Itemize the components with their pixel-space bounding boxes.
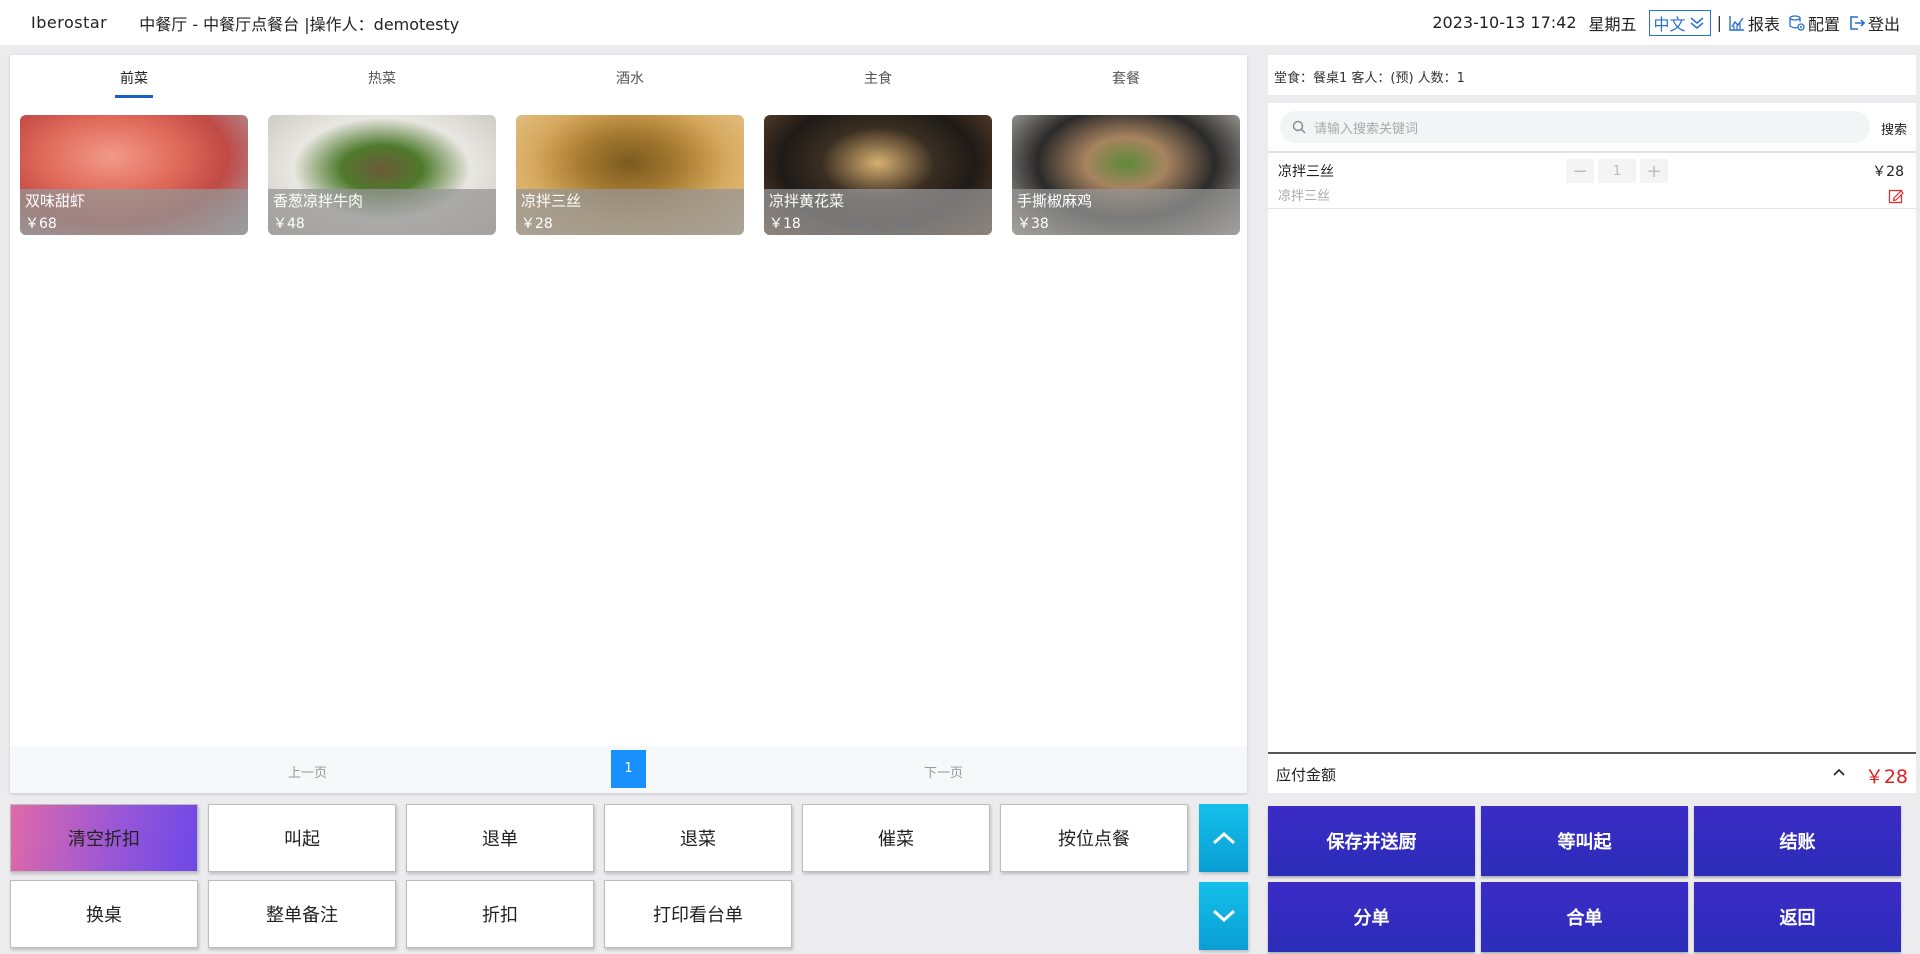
total-amount: ￥28	[1864, 766, 1908, 788]
increase-button[interactable]: +	[1640, 159, 1668, 183]
merge-bill-button[interactable]: 合单	[1481, 882, 1688, 952]
report-label: 报表	[1747, 14, 1780, 34]
language-select[interactable]: 中文	[1648, 9, 1711, 36]
menu-panel: 前菜 热菜 酒水 主食 套餐 双味甜虾 ￥68 香葱凉拌牛肉 ￥48 凉拌三丝 …	[10, 55, 1247, 793]
split-bill-button[interactable]: 分单	[1268, 882, 1475, 952]
scroll-up-button[interactable]	[1199, 804, 1248, 872]
order-info-text: 堂食：餐桌1 客人：(预) 人数：1	[1274, 71, 1465, 86]
order-items-list: 凉拌三丝 − 1 + ￥28 凉拌三丝	[1268, 151, 1916, 754]
back-button[interactable]: 返回	[1694, 882, 1901, 952]
search-bar: 请输入搜索关键词 搜索	[1268, 103, 1916, 151]
brand-name: Iberostar	[31, 13, 108, 32]
change-table-button[interactable]: 换桌	[10, 880, 198, 948]
chevron-up-icon[interactable]	[1832, 767, 1846, 777]
hold-call-button[interactable]: 等叫起	[1481, 806, 1688, 876]
config-icon	[1789, 14, 1805, 31]
logout-link[interactable]: 登出	[1848, 11, 1900, 35]
tab-label: 酒水	[616, 71, 644, 87]
quantity-stepper: − 1 +	[1566, 159, 1668, 183]
category-tabs: 前菜 热菜 酒水 主食 套餐	[10, 55, 1247, 99]
search-placeholder: 请输入搜索关键词	[1314, 121, 1419, 137]
report-link[interactable]: 报表	[1728, 11, 1780, 35]
order-note-button[interactable]: 整单备注	[208, 880, 396, 948]
clear-discount-button[interactable]: 清空折扣	[10, 804, 198, 872]
call-up-button[interactable]: 叫起	[208, 804, 396, 872]
cancel-order-button[interactable]: 退单	[406, 804, 594, 872]
search-icon	[1292, 120, 1306, 134]
print-check-button[interactable]: 打印看台单	[604, 880, 792, 948]
tab-hot-dishes[interactable]: 热菜	[258, 55, 506, 99]
dish-card-three-shreds[interactable]: 凉拌三丝 ￥28	[516, 115, 744, 235]
dish-price: ￥18	[769, 216, 801, 232]
logout-label: 登出	[1867, 14, 1900, 34]
chevron-up-icon	[1212, 831, 1235, 845]
dish-price: ￥28	[521, 216, 553, 232]
active-tab-indicator	[115, 95, 153, 98]
save-and-send-button[interactable]: 保存并送厨	[1268, 806, 1475, 876]
return-dish-button[interactable]: 退菜	[604, 804, 792, 872]
tab-drinks[interactable]: 酒水	[506, 55, 754, 99]
order-item-price: ￥28	[1872, 164, 1904, 180]
page-number-button[interactable]: 1	[611, 750, 646, 788]
order-by-seat-button[interactable]: 按位点餐	[1000, 804, 1188, 872]
discount-button[interactable]: 折扣	[406, 880, 594, 948]
config-label: 配置	[1807, 14, 1840, 34]
header-separator: |	[1716, 13, 1722, 32]
total-label: 应付金额	[1276, 766, 1337, 784]
dish-name: 双味甜虾	[25, 192, 86, 210]
checkout-button[interactable]: 结账	[1694, 806, 1901, 876]
quantity-value[interactable]: 1	[1598, 159, 1636, 183]
tab-staples[interactable]: 主食	[754, 55, 1002, 99]
order-item-note: 凉拌三丝	[1278, 189, 1331, 204]
search-button[interactable]: 搜索	[1881, 119, 1907, 138]
current-datetime: 2023-10-13 17:42	[1432, 13, 1577, 32]
order-info: 堂食：餐桌1 客人：(预) 人数：1	[1268, 55, 1916, 95]
dish-name: 凉拌三丝	[521, 192, 582, 210]
dish-card-daylily[interactable]: 凉拌黄花菜 ￥18	[764, 115, 992, 235]
language-label: 中文	[1653, 14, 1686, 34]
next-page-button[interactable]: 下一页	[924, 762, 963, 781]
dish-name: 香葱凉拌牛肉	[273, 192, 364, 210]
chevron-down-icon	[1212, 909, 1235, 923]
total-bar: 应付金额 ￥28	[1268, 754, 1916, 793]
dish-name: 手撕椒麻鸡	[1017, 192, 1093, 210]
tab-label: 热菜	[368, 71, 396, 87]
dish-card-sweet-shrimp[interactable]: 双味甜虾 ￥68	[20, 115, 248, 235]
dish-price: ￥38	[1017, 216, 1049, 232]
pagination: 上一页 1 下一页	[10, 746, 1247, 793]
config-link[interactable]: 配置	[1788, 11, 1840, 35]
dish-card-pepper-chicken[interactable]: 手撕椒麻鸡 ￥38	[1012, 115, 1240, 235]
tab-label: 套餐	[1112, 71, 1140, 87]
dish-name: 凉拌黄花菜	[769, 192, 845, 210]
prev-page-button[interactable]: 上一页	[288, 762, 327, 781]
top-bar: Iberostar 中餐厅 - 中餐厅点餐台 |操作人：demotesty 20…	[0, 0, 1920, 45]
tab-appetizers[interactable]: 前菜	[10, 55, 258, 99]
scroll-down-button[interactable]	[1199, 882, 1248, 950]
rush-dish-button[interactable]: 催菜	[802, 804, 990, 872]
header-right: 2023-10-13 17:42 星期五 中文 | 报表 配置 登出	[1432, 0, 1900, 45]
tab-label: 前菜	[120, 71, 148, 87]
search-input[interactable]: 请输入搜索关键词	[1280, 111, 1870, 143]
dish-card-scallion-beef[interactable]: 香葱凉拌牛肉 ￥48	[268, 115, 496, 235]
dish-price: ￥68	[25, 216, 57, 232]
decrease-button[interactable]: −	[1566, 159, 1594, 183]
order-item-name: 凉拌三丝	[1278, 164, 1334, 180]
chart-icon	[1729, 15, 1744, 31]
tab-set-meals[interactable]: 套餐	[1002, 55, 1250, 99]
current-weekday: 星期五	[1588, 14, 1637, 34]
tab-label: 主食	[864, 71, 892, 87]
order-item[interactable]: 凉拌三丝 − 1 + ￥28 凉拌三丝	[1268, 153, 1916, 209]
logout-icon	[1850, 15, 1866, 30]
order-panel: 堂食：餐桌1 客人：(预) 人数：1 请输入搜索关键词 搜索 凉拌三丝 − 1 …	[1268, 55, 1916, 793]
edit-icon[interactable]	[1888, 188, 1904, 204]
dish-price: ￥48	[273, 216, 305, 232]
page-title: 中餐厅 - 中餐厅点餐台 |操作人：demotesty	[139, 14, 460, 34]
chevron-double-down-icon	[1690, 16, 1704, 29]
